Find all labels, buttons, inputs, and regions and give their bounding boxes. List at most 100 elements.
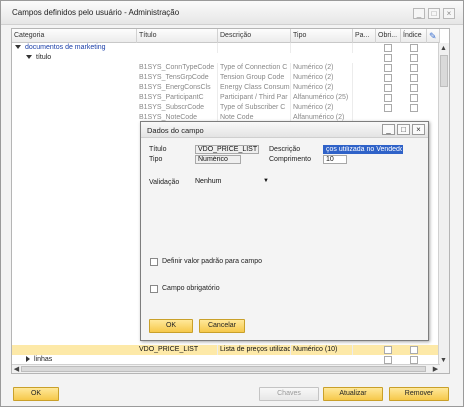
tipo-field[interactable]: Numérico: [195, 155, 241, 164]
titulo-field[interactable]: VDO_PRICE_LIST: [195, 145, 259, 154]
cell-titulo: B1SYS_EnergConsCls: [137, 83, 218, 93]
validacao-select[interactable]: Nenhum ▼: [195, 177, 271, 186]
col-categoria[interactable]: Categoria: [12, 29, 137, 43]
cell-descricao: Tension Group Code: [218, 73, 291, 83]
cell-tipo: Numérico (2): [291, 73, 353, 83]
index-checkbox[interactable]: [410, 104, 418, 112]
remover-button[interactable]: Remover: [389, 387, 449, 401]
scroll-right-icon[interactable]: ▶: [431, 365, 440, 373]
chaves-button[interactable]: Chaves: [259, 387, 319, 401]
cell-tipo: Numérico (10): [291, 345, 353, 355]
required-checkbox[interactable]: [384, 74, 392, 82]
atualizar-button[interactable]: Atualizar: [323, 387, 383, 401]
table-row[interactable]: B1SYS_TensGrpCode Tension Group Code Num…: [12, 73, 440, 83]
table-row[interactable]: B1SYS_SubscrCode Type of Subscriber C Nu…: [12, 103, 440, 113]
col-descricao[interactable]: Descrição: [218, 29, 291, 43]
default-value-label: Definir valor padrão para campo: [162, 258, 262, 265]
required-checkbox[interactable]: [384, 346, 392, 354]
col-indice[interactable]: Índice: [401, 29, 427, 43]
field-data-dialog: Dados do campo _ □ × Título VDO_PRICE_LI…: [140, 121, 429, 341]
table-row[interactable]: B1SYS_ParticipantC Participant / Third P…: [12, 93, 440, 103]
required-checkbox[interactable]: [384, 94, 392, 102]
validacao-value: Nenhum: [195, 178, 222, 185]
minimize-button[interactable]: _: [413, 8, 425, 19]
window-title: Campos definidos pelo usuário - Administ…: [12, 8, 180, 17]
edit-icon[interactable]: ✎: [427, 29, 440, 43]
dialog-close-button[interactable]: ×: [412, 124, 425, 135]
cell-tipo: Numérico (2): [291, 63, 353, 73]
required-field-checkbox[interactable]: [150, 285, 158, 293]
horizontal-scroll-thumb[interactable]: [21, 366, 426, 372]
index-checkbox[interactable]: [410, 84, 418, 92]
descricao-label: Descrição: [269, 146, 301, 153]
required-checkbox[interactable]: [384, 84, 392, 92]
subgroup-row[interactable]: título: [12, 53, 440, 63]
index-checkbox[interactable]: [410, 346, 418, 354]
title-bar: Campos definidos pelo usuário - Administ…: [1, 1, 463, 25]
cell-titulo: B1SYS_TensGrpCode: [137, 73, 218, 83]
index-checkbox[interactable]: [410, 356, 418, 364]
index-checkbox[interactable]: [410, 74, 418, 82]
table-row-selected[interactable]: VDO_PRICE_LIST Lista de preços utilizad …: [12, 345, 440, 355]
expand-down-icon[interactable]: [26, 55, 32, 60]
col-padrao[interactable]: Pa...: [353, 29, 376, 43]
tipo-label: Tipo: [149, 156, 163, 163]
descricao-field[interactable]: ços utilizada no Vendedor: [323, 145, 403, 154]
required-checkbox[interactable]: [384, 104, 392, 112]
maximize-button[interactable]: □: [428, 8, 440, 19]
cell-tipo: Numérico (2): [291, 83, 353, 93]
cell-descricao: Type of Subscriber C: [218, 103, 291, 113]
cell-titulo: B1SYS_ParticipantC: [137, 93, 218, 103]
table-row[interactable]: B1SYS_EnergConsCls Energy Class Consum N…: [12, 83, 440, 93]
cell-tipo: Numérico (2): [291, 103, 353, 113]
cell-tipo: Alfanumérico (25): [291, 93, 353, 103]
dialog-title-bar: Dados do campo _ □ ×: [141, 122, 428, 138]
close-button[interactable]: ×: [443, 8, 455, 19]
scroll-left-icon[interactable]: ◀: [12, 365, 21, 373]
subgroup-label: título: [36, 54, 52, 61]
col-titulo[interactable]: Título: [137, 29, 218, 43]
col-tipo[interactable]: Tipo: [291, 29, 353, 43]
index-checkbox[interactable]: [410, 54, 418, 62]
group-row[interactable]: documentos de marketing: [12, 43, 440, 53]
scroll-up-icon[interactable]: ▲: [439, 44, 448, 53]
index-checkbox[interactable]: [410, 44, 418, 52]
required-checkbox[interactable]: [384, 64, 392, 72]
dialog-ok-button[interactable]: OK: [149, 319, 193, 333]
cell-descricao: Participant / Third Par: [218, 93, 291, 103]
required-checkbox[interactable]: [384, 356, 392, 364]
cell-descricao: Type of Connection C: [218, 63, 291, 73]
linhas-label: linhas: [34, 356, 53, 363]
grid-header: Categoria Título Descrição Tipo Pa... Ob…: [12, 29, 440, 43]
chevron-down-icon: ▼: [263, 178, 269, 184]
cell-descricao: Energy Class Consum: [220, 83, 291, 93]
dialog-cancel-button[interactable]: Cancelar: [199, 319, 245, 333]
table-row[interactable]: B1SYS_ConnTypeCode Type of Connection C …: [12, 63, 440, 73]
dialog-minimize-button[interactable]: _: [382, 124, 395, 135]
comprimento-field[interactable]: 10: [323, 155, 347, 164]
index-checkbox[interactable]: [410, 64, 418, 72]
cell-descricao: Lista de preços utilizad: [220, 345, 291, 355]
cell-titulo: B1SYS_ConnTypeCode: [137, 63, 218, 73]
vertical-scroll-thumb[interactable]: [440, 55, 448, 87]
col-obrigatorio[interactable]: Obri...: [376, 29, 401, 43]
cell-titulo: B1SYS_SubscrCode: [137, 103, 218, 113]
validacao-label: Validação: [149, 179, 180, 186]
index-checkbox[interactable]: [410, 94, 418, 102]
horizontal-scrollbar[interactable]: ◀ ▶: [12, 364, 440, 373]
required-field-label: Campo obrigatório: [162, 285, 220, 292]
required-checkbox[interactable]: [384, 54, 392, 62]
expand-right-icon[interactable]: [26, 356, 30, 363]
default-value-checkbox[interactable]: [150, 258, 158, 266]
required-checkbox[interactable]: [384, 44, 392, 52]
group-label: documentos de marketing: [25, 44, 106, 51]
expand-down-icon[interactable]: [15, 45, 21, 50]
dialog-maximize-button[interactable]: □: [397, 124, 410, 135]
dialog-title: Dados do campo: [147, 126, 204, 135]
cell-titulo: VDO_PRICE_LIST: [137, 345, 218, 355]
scroll-down-icon[interactable]: ▼: [439, 356, 448, 365]
vertical-scrollbar[interactable]: ▲ ▼: [438, 43, 449, 373]
comprimento-label: Comprimento: [269, 156, 312, 163]
ok-button[interactable]: OK: [13, 387, 59, 401]
titulo-label: Título: [149, 146, 167, 153]
